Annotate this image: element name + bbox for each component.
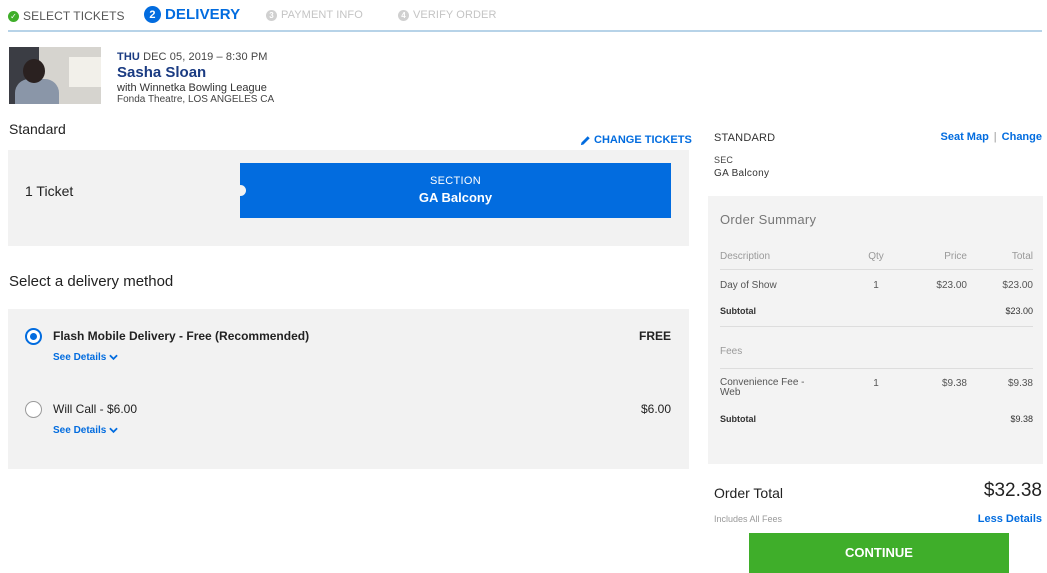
step-number-icon: 2 xyxy=(144,6,161,23)
seat-map-link[interactable]: Seat Map xyxy=(941,131,989,143)
summary-row-fee: Convenience Fee - Web 1 $9.38 $9.38 xyxy=(720,378,1033,398)
row-total: $9.38 xyxy=(1007,378,1033,389)
change-tickets-label: CHANGE TICKETS xyxy=(594,134,692,146)
see-details-link[interactable]: See Details xyxy=(53,352,119,363)
step-label: DELIVERY xyxy=(165,6,241,23)
summary-header-row: Description Qty Price Total xyxy=(720,251,1033,265)
chevron-down-icon xyxy=(109,354,119,361)
event-support: with Winnetka Bowling League xyxy=(117,82,267,94)
see-details-link[interactable]: See Details xyxy=(53,425,119,436)
pencil-icon xyxy=(580,135,590,145)
step-label: VERIFY ORDER xyxy=(413,9,497,21)
chevron-down-icon xyxy=(109,427,119,434)
step-payment-info: 3 PAYMENT INFO xyxy=(266,9,363,21)
order-total-value: $32.38 xyxy=(983,480,1042,501)
header-qty: Qty xyxy=(868,251,884,262)
change-link[interactable]: Change xyxy=(1002,131,1042,143)
event-info: THU DEC 05, 2019 – 8:30 PM Sasha Sloan w… xyxy=(117,51,274,105)
subtotal-label: Subtotal xyxy=(720,306,756,316)
step-label: SELECT TICKETS xyxy=(23,9,125,23)
step-number-icon: 4 xyxy=(398,9,409,21)
summary-subtotal-tickets: Subtotal $23.00 xyxy=(720,306,1033,320)
section-label: SECTION xyxy=(430,175,481,187)
header-price: Price xyxy=(944,251,967,262)
checkout-steps: ✓ SELECT TICKETS 2 DELIVERY 3 PAYMENT IN… xyxy=(8,6,1042,32)
includes-fees-note: Includes All Fees xyxy=(714,514,783,524)
order-summary-title: Order Summary xyxy=(720,212,817,227)
radio-unselected[interactable] xyxy=(25,401,42,418)
header-description: Description xyxy=(720,251,771,262)
event-datetime: DEC 05, 2019 – 8:30 PM xyxy=(143,51,268,63)
step-delivery: 2 DELIVERY xyxy=(144,6,240,23)
step-label: PAYMENT INFO xyxy=(281,9,363,21)
option-price: FREE xyxy=(638,329,671,343)
ticket-panel: 1 Ticket SECTION GA Balcony xyxy=(8,150,689,246)
row-qty: 1 xyxy=(873,378,879,389)
ticket-type-heading: Standard xyxy=(9,121,66,137)
sec-value: GA Balcony xyxy=(714,168,770,179)
row-price: $9.38 xyxy=(941,378,967,389)
row-price: $23.00 xyxy=(936,280,967,291)
row-description: Day of Show xyxy=(720,280,777,291)
sec-label: SEC xyxy=(714,155,734,165)
step-select-tickets[interactable]: ✓ SELECT TICKETS xyxy=(8,9,125,23)
ticket-count: 1 Ticket xyxy=(25,183,74,199)
step-number-icon: 3 xyxy=(266,9,277,21)
ticket-standard-label: STANDARD xyxy=(714,132,776,144)
fees-heading: Fees xyxy=(720,346,1033,360)
check-circle-icon: ✓ xyxy=(8,10,19,22)
see-details-label: See Details xyxy=(53,352,107,363)
row-qty: 1 xyxy=(873,280,879,291)
delivery-options: Flash Mobile Delivery - Free (Recommende… xyxy=(8,309,689,469)
link-separator: | xyxy=(993,131,997,143)
row-total: $23.00 xyxy=(1002,280,1033,291)
step-verify-order: 4 VERIFY ORDER xyxy=(398,9,497,21)
change-tickets-link[interactable]: CHANGE TICKETS xyxy=(580,134,692,146)
less-details-link[interactable]: Less Details xyxy=(978,513,1042,525)
event-day: THU xyxy=(117,51,140,63)
order-total-label: Order Total xyxy=(714,485,783,501)
fees-label: Fees xyxy=(720,346,743,357)
option-price: $6.00 xyxy=(640,402,671,416)
event-thumbnail xyxy=(9,47,101,104)
option-label: Will Call - $6.00 xyxy=(53,402,138,416)
option-label: Flash Mobile Delivery - Free (Recommende… xyxy=(53,329,310,343)
section-value: GA Balcony xyxy=(418,190,493,205)
subtotal-value: $23.00 xyxy=(1005,306,1033,316)
subtotal-value: $9.38 xyxy=(1010,414,1033,424)
event-date: THU DEC 05, 2019 – 8:30 PM xyxy=(117,51,274,63)
order-summary: Order Summary Description Qty Price Tota… xyxy=(708,196,1043,464)
summary-row-ticket: Day of Show 1 $23.00 $23.00 xyxy=(720,280,1033,294)
radio-selected[interactable] xyxy=(25,328,42,345)
section-badge: SECTION GA Balcony xyxy=(235,163,671,218)
delivery-heading: Select a delivery method xyxy=(9,273,174,290)
event-venue: Fonda Theatre, LOS ANGELES CA xyxy=(117,94,275,105)
row-description: Convenience Fee - Web xyxy=(720,377,805,398)
header-total: Total xyxy=(1011,251,1033,262)
summary-subtotal-fees: Subtotal $9.38 xyxy=(720,414,1033,428)
continue-button[interactable]: CONTINUE xyxy=(749,533,1009,573)
subtotal-label: Subtotal xyxy=(720,414,756,424)
see-details-label: See Details xyxy=(53,425,107,436)
seat-links: Seat Map | Change xyxy=(941,131,1043,143)
event-artist: Sasha Sloan xyxy=(117,64,207,81)
